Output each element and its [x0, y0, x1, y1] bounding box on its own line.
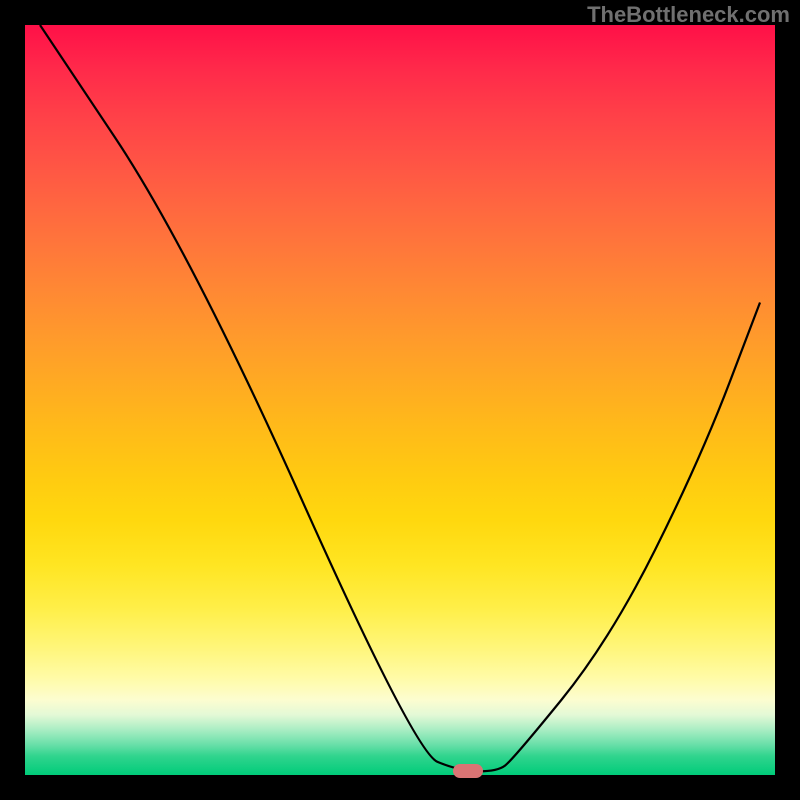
optimal-point-marker	[453, 764, 483, 778]
curve-path	[40, 25, 760, 771]
plot-area	[25, 25, 775, 775]
watermark-text: TheBottleneck.com	[587, 2, 790, 28]
bottleneck-curve	[25, 25, 775, 775]
